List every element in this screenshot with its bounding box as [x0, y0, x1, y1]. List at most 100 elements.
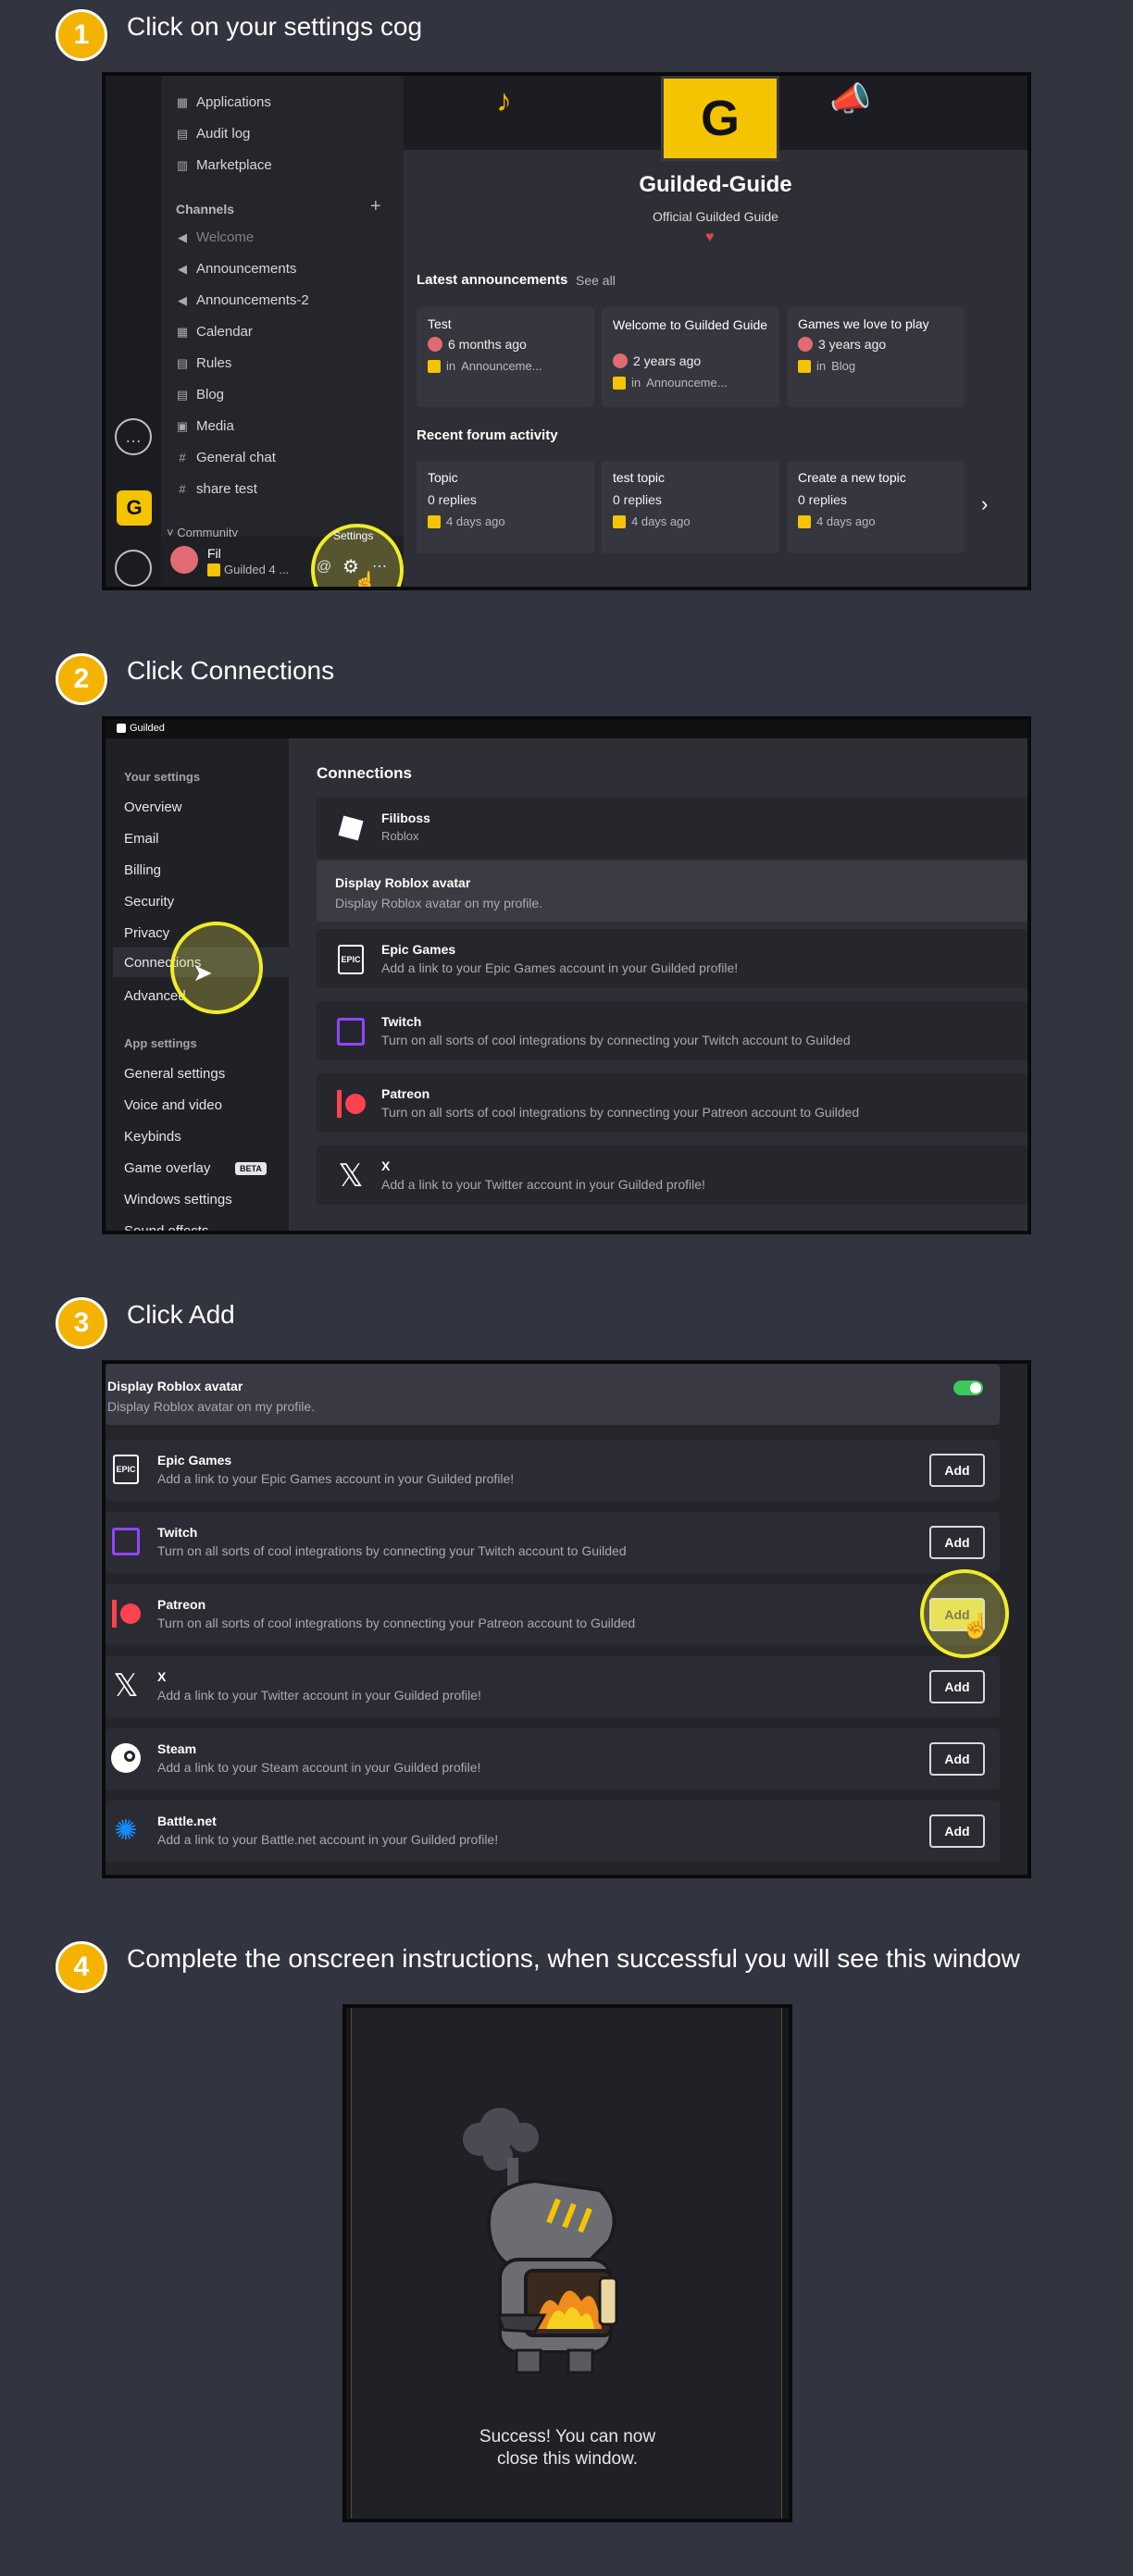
user-name: Fil: [207, 546, 221, 561]
battlenet-icon: ✺: [114, 1814, 138, 1846]
chevron-right-icon[interactable]: ›: [981, 492, 988, 516]
nav-privacy[interactable]: Privacy: [124, 925, 169, 941]
user-status: Guilded 4 ...: [207, 563, 289, 576]
patreon-connection: Patreon Turn on all sorts of cool integr…: [317, 1073, 1027, 1133]
add-battlenet-button[interactable]: Add: [929, 1814, 985, 1848]
channel-sidebar: ▦ Applications ▤ Audit log ▥ Marketplace Ch…: [161, 76, 404, 587]
forum-header: Recent forum activity: [417, 427, 558, 443]
epic-games-connection: EPIC Epic Games Add a link to your Epic …: [106, 1440, 1000, 1501]
chat-bubble-icon[interactable]: …: [115, 418, 152, 455]
highlight-connections: [170, 922, 263, 1014]
guilded-logo-icon: [117, 724, 126, 733]
hash-icon: #: [179, 482, 186, 496]
channels-header: Channels: [176, 202, 235, 217]
channel-share-test[interactable]: # share test: [176, 481, 257, 497]
megaphone-icon: 📣: [829, 80, 871, 118]
screenshot-connections-add: Display Roblox avatar Display Roblox ava…: [102, 1360, 1031, 1878]
nav-keybinds[interactable]: Keybinds: [124, 1129, 181, 1145]
knight-illustration: [463, 2108, 618, 2374]
avatar-icon: [798, 337, 813, 352]
guilded-logo-icon: [613, 376, 626, 390]
connections-panel: Connections Filiboss Roblox Display Robl…: [289, 738, 1027, 1231]
channel-media[interactable]: ▣ Media: [176, 418, 234, 434]
patreon-icon: [109, 1597, 143, 1630]
server-logo: G: [661, 76, 779, 161]
nav-sound-effects[interactable]: Sound effects: [124, 1223, 208, 1231]
guilded-server-icon[interactable]: G: [117, 490, 152, 526]
channel-welcome[interactable]: ◀ Welcome: [176, 229, 254, 245]
screenshot-server-page: … G ▦ Applications ▤ Audit log ▥ Marketplac…: [102, 72, 1031, 590]
x-connection: 𝕏 X Add a link to your Twitter account i…: [106, 1656, 1000, 1717]
roblox-avatar-toggle[interactable]: [953, 1381, 983, 1395]
channel-announcements-2[interactable]: ◀ Announcements-2: [176, 292, 309, 308]
sidebar-item-marketplace[interactable]: ▥ Marketplace: [176, 157, 272, 173]
twitch-icon: [109, 1525, 143, 1558]
mention-icon[interactable]: @: [317, 559, 331, 576]
guilded-logo-icon: [428, 514, 441, 528]
step-3-badge: 3: [56, 1297, 107, 1349]
nav-game-overlay[interactable]: Game overlay: [124, 1160, 210, 1176]
patreon-icon: [335, 1088, 367, 1120]
roblox-avatar-setting: Display Roblox avatar Display Roblox ava…: [106, 1364, 1000, 1425]
window-titlebar: Guilded: [106, 720, 1027, 738]
nav-general-settings[interactable]: General settings: [124, 1066, 225, 1082]
guilded-logo-icon: [798, 514, 811, 528]
sidebar-item-applications[interactable]: ▦ Applications: [176, 94, 271, 110]
add-steam-button[interactable]: Add: [929, 1742, 985, 1776]
heart-icon: ♥: [705, 229, 715, 245]
sidebar-item-audit-log[interactable]: ▤ Audit log: [176, 126, 251, 142]
guilded-logo-icon: [798, 359, 811, 373]
add-channel-button[interactable]: +: [370, 196, 381, 217]
hand-cursor-icon: ☝: [354, 572, 377, 590]
calendar-icon: ▦: [176, 324, 189, 339]
add-twitch-button[interactable]: Add: [929, 1526, 985, 1559]
avatar-icon: [428, 337, 442, 352]
channel-general-chat[interactable]: # General chat: [176, 450, 276, 465]
settings-tooltip: Settings: [333, 529, 374, 542]
channel-announcements[interactable]: ◀ Announcements: [176, 261, 296, 277]
announcement-card[interactable]: Test 6 months ago in Announceme...: [417, 307, 594, 407]
roblox-avatar-setting: Display Roblox avatar Display Roblox ava…: [317, 861, 1027, 922]
add-epic-button[interactable]: Add: [929, 1454, 985, 1487]
forum-card[interactable]: test topic 0 replies 4 days ago: [602, 461, 779, 553]
avatar[interactable]: [170, 546, 198, 574]
add-x-button[interactable]: Add: [929, 1670, 985, 1703]
announcement-card[interactable]: Welcome to Guilded Guide 2 years ago in A…: [602, 307, 779, 407]
nav-security[interactable]: Security: [124, 894, 174, 910]
channel-rules[interactable]: ▤ Rules: [176, 355, 232, 371]
store-icon: ▥: [176, 157, 189, 172]
page-title: Connections: [317, 764, 412, 782]
channel-blog[interactable]: ▤ Blog: [176, 387, 224, 402]
trophy-icon: ♪: [496, 83, 512, 118]
see-all-link[interactable]: See all: [576, 273, 616, 288]
patreon-connection: Patreon Turn on all sorts of cool integr…: [106, 1584, 1000, 1645]
beta-badge: BETA: [235, 1162, 267, 1175]
x-logo-icon: 𝕏: [338, 1158, 364, 1194]
nav-overview[interactable]: Overview: [124, 799, 182, 815]
friends-icon[interactable]: [115, 550, 152, 587]
server-desc: Official Guilded Guide: [653, 209, 778, 224]
epic-games-connection: EPIC Epic Games Add a link to your Epic …: [317, 929, 1027, 988]
epic-games-icon: EPIC: [109, 1453, 143, 1486]
battlenet-connection: ✺ Battle.net Add a link to your Battle.n…: [106, 1801, 1000, 1862]
success-message-line1: Success! You can now: [479, 2427, 656, 2446]
step-2-badge: 2: [56, 653, 107, 705]
forum-card[interactable]: Topic 0 replies 4 days ago: [417, 461, 594, 553]
forum-card[interactable]: Create a new topic 0 replies 4 days ago: [787, 461, 965, 553]
media-icon: ▣: [176, 418, 189, 433]
app-icon: ▦: [176, 94, 189, 109]
smoke-cloud: [463, 2108, 539, 2171]
channel-calendar[interactable]: ▦ Calendar: [176, 324, 253, 340]
guilded-logo-icon: [428, 359, 441, 373]
nav-email[interactable]: Email: [124, 831, 159, 847]
step-1-badge: 1: [56, 9, 107, 61]
steam-connection: Steam Add a link to your Steam account i…: [106, 1728, 1000, 1790]
nav-billing[interactable]: Billing: [124, 862, 161, 878]
roblox-icon: [335, 812, 367, 844]
nav-voice-video[interactable]: Voice and video: [124, 1097, 222, 1113]
twitch-connection: Twitch Turn on all sorts of cool integra…: [317, 1001, 1027, 1060]
server-home: ♪ 📣 G Guilded-Guide Official Guilded Gui…: [404, 76, 1027, 587]
nav-windows-settings[interactable]: Windows settings: [124, 1192, 232, 1208]
server-rail: … G: [106, 76, 161, 587]
announcement-card[interactable]: Games we love to play 3 years ago in Blog: [787, 307, 965, 407]
